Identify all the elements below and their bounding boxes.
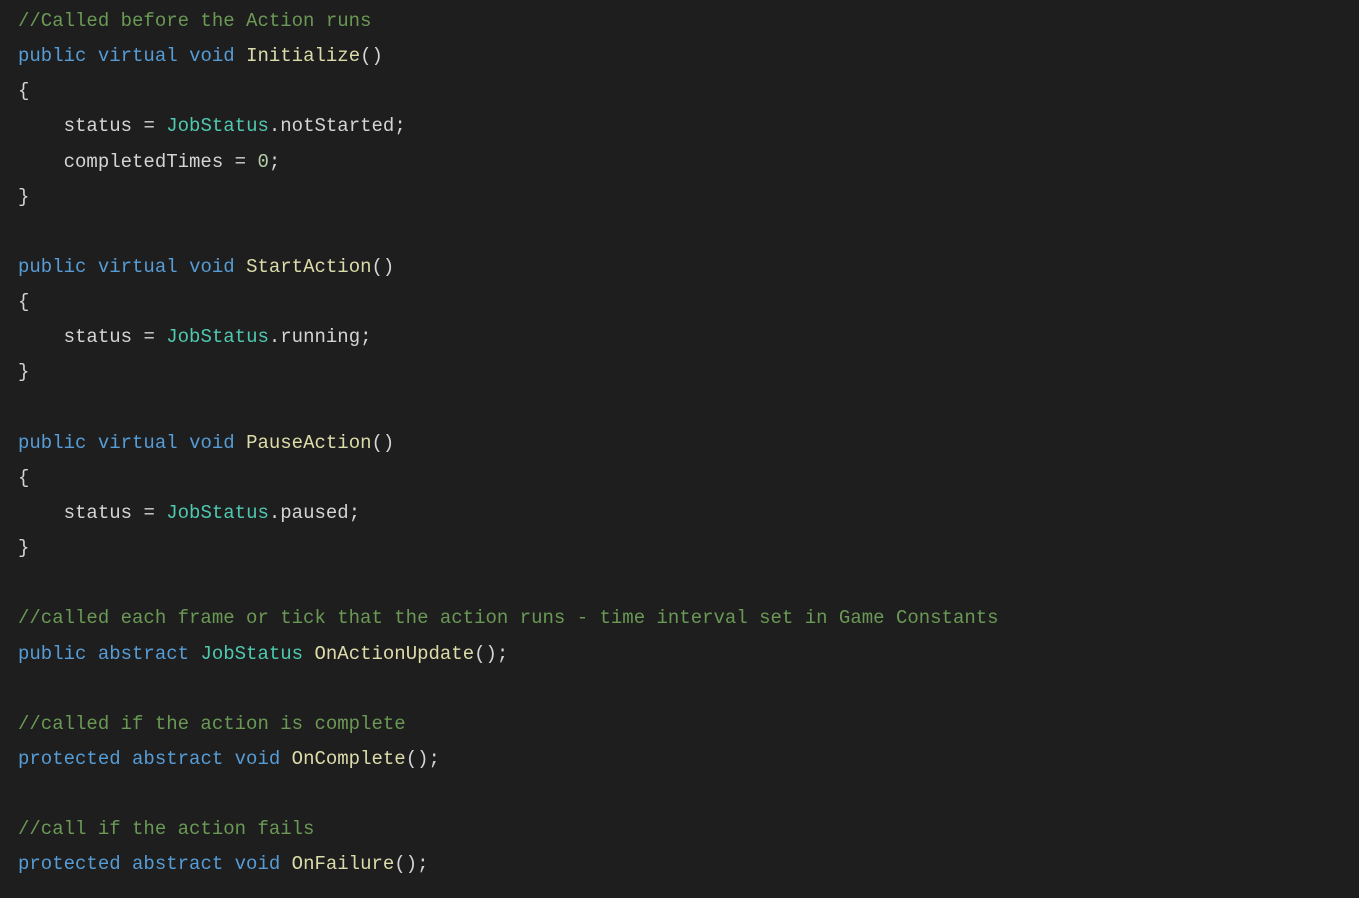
type-jobstatus: JobStatus — [166, 326, 269, 348]
field-status: status — [64, 326, 132, 348]
method-pauseaction: PauseAction — [246, 432, 371, 454]
keyword-void: void — [189, 256, 235, 278]
keyword-protected: protected — [18, 853, 121, 875]
field-status: status — [64, 115, 132, 137]
enum-paused: paused — [280, 502, 348, 524]
keyword-abstract: abstract — [132, 853, 223, 875]
comment-line: //call if the action fails — [18, 818, 314, 840]
comment-line: //called each frame or tick that the act… — [18, 607, 999, 629]
keyword-virtual: virtual — [98, 256, 178, 278]
keyword-virtual: virtual — [98, 45, 178, 67]
type-jobstatus: JobStatus — [166, 502, 269, 524]
keyword-public: public — [18, 45, 86, 67]
keyword-void: void — [235, 748, 281, 770]
field-status: status — [64, 502, 132, 524]
keyword-void: void — [235, 853, 281, 875]
enum-running: running — [280, 326, 360, 348]
keyword-void: void — [189, 45, 235, 67]
keyword-abstract: abstract — [98, 643, 189, 665]
keyword-public: public — [18, 432, 86, 454]
method-onactionupdate: OnActionUpdate — [314, 643, 474, 665]
keyword-public: public — [18, 256, 86, 278]
comment-line: //called if the action is complete — [18, 713, 406, 735]
method-onfailure: OnFailure — [292, 853, 395, 875]
keyword-public: public — [18, 643, 86, 665]
keyword-void: void — [189, 432, 235, 454]
field-completedtimes: completedTimes — [64, 151, 224, 173]
type-jobstatus: JobStatus — [166, 115, 269, 137]
method-initialize: Initialize — [246, 45, 360, 67]
method-oncomplete: OnComplete — [292, 748, 406, 770]
enum-notstarted: notStarted — [280, 115, 394, 137]
keyword-virtual: virtual — [98, 432, 178, 454]
type-jobstatus: JobStatus — [200, 643, 303, 665]
comment-line: //Called before the Action runs — [18, 10, 371, 32]
keyword-protected: protected — [18, 748, 121, 770]
literal-zero: 0 — [257, 151, 268, 173]
method-startaction: StartAction — [246, 256, 371, 278]
keyword-abstract: abstract — [132, 748, 223, 770]
code-editor[interactable]: //Called before the Action runs public v… — [18, 4, 1359, 883]
